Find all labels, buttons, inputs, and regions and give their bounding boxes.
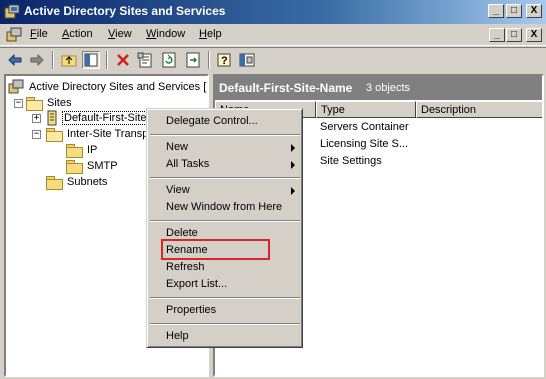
up-folder-icon[interactable] — [60, 51, 78, 69]
submenu-arrow-icon — [291, 144, 295, 152]
menu-bar: File Action View Window Help _ □ X — [0, 24, 546, 46]
details-object-count: 3 objects — [366, 82, 411, 94]
menu-item-all-tasks[interactable]: All Tasks — [150, 156, 300, 173]
folder-icon — [46, 175, 63, 190]
row-3-type[interactable]: Site Settings — [320, 155, 382, 167]
menu-item-delegate-control[interactable]: Delegate Control... — [150, 113, 300, 130]
menu-window[interactable]: Window — [146, 28, 185, 40]
menu-view[interactable]: View — [108, 28, 132, 40]
menu-action-rest: ction — [69, 28, 93, 40]
menu-item-delete[interactable]: Delete — [150, 225, 300, 242]
menu-file-rest: ile — [36, 28, 48, 40]
menu-item-export-list[interactable]: Export List... — [150, 276, 300, 293]
menu-action[interactable]: Action — [62, 28, 93, 40]
tree-item-smtp-label: SMTP — [87, 160, 118, 172]
tree-item-inter-site[interactable]: Inter-Site Transp — [46, 126, 150, 142]
submenu-arrow-icon — [291, 187, 295, 195]
tree-root-label: Active Directory Sites and Services [1 — [29, 81, 209, 93]
title-bar[interactable]: Active Directory Sites and Services _ □ … — [0, 0, 546, 24]
maximize-button[interactable]: □ — [506, 4, 522, 18]
ad-sites-root-icon — [8, 79, 24, 94]
tree-item-default-site[interactable]: Default-First-Site — [46, 110, 149, 126]
mdi-minimize-button[interactable]: _ — [489, 28, 505, 42]
tree-item-subnets-label: Subnets — [67, 176, 108, 188]
mmc-icon[interactable] — [238, 51, 256, 69]
close-button[interactable]: X — [526, 4, 542, 18]
menu-item-rename[interactable]: Rename — [150, 242, 300, 259]
tree-item-ip[interactable]: IP — [66, 142, 99, 158]
mdi-close-button[interactable]: X — [526, 28, 542, 42]
menu-separator — [150, 220, 300, 222]
minimize-button[interactable]: _ — [488, 4, 504, 18]
submenu-arrow-icon — [291, 161, 295, 169]
menu-window-rest: indow — [156, 28, 186, 40]
menu-item-view-label: View — [166, 184, 190, 196]
tree-item-default-site-label: Default-First-Site — [62, 111, 149, 125]
export-list-icon[interactable] — [184, 51, 202, 69]
menu-separator — [150, 134, 300, 136]
refresh-icon[interactable] — [160, 51, 178, 69]
tree-item-subnets[interactable]: Subnets — [46, 174, 109, 190]
menu-item-view[interactable]: View — [150, 182, 300, 199]
tree-item-ip-label: IP — [87, 144, 98, 156]
menu-item-properties[interactable]: Properties — [150, 302, 300, 319]
folder-open-icon — [46, 127, 63, 142]
row-2-type[interactable]: Licensing Site S... — [320, 138, 408, 150]
console-document-icon[interactable] — [6, 27, 22, 43]
menu-view-rest: iew — [115, 28, 132, 40]
menu-file[interactable]: File — [30, 28, 48, 40]
delete-icon[interactable] — [114, 51, 132, 69]
menu-item-new-window[interactable]: New Window from Here — [150, 199, 300, 216]
column-header-type[interactable]: Type — [316, 101, 416, 118]
folder-open-icon — [26, 96, 43, 111]
folder-icon — [66, 159, 83, 174]
toolbar-separator — [106, 51, 108, 69]
row-1-type[interactable]: Servers Container — [320, 121, 409, 133]
column-header-description[interactable]: Description — [416, 101, 542, 118]
menu-separator — [150, 297, 300, 299]
svg-text:?: ? — [221, 55, 228, 67]
tree-item-sites[interactable]: Sites — [26, 95, 73, 111]
toolbar: ? — [0, 47, 546, 72]
menu-item-refresh[interactable]: Refresh — [150, 259, 300, 276]
menu-separator — [150, 323, 300, 325]
default-site-expand-toggle[interactable]: + — [32, 114, 41, 123]
help-icon[interactable]: ? — [216, 51, 234, 69]
sites-collapse-toggle[interactable]: − — [14, 99, 23, 108]
tree-item-inter-site-label: Inter-Site Transp — [67, 128, 149, 140]
menu-item-help[interactable]: Help — [150, 328, 300, 345]
folder-icon — [66, 143, 83, 158]
properties-icon[interactable] — [136, 51, 154, 69]
back-icon[interactable] — [6, 51, 24, 69]
tree-root[interactable]: Active Directory Sites and Services [1 — [8, 79, 209, 95]
site-building-icon — [47, 110, 57, 126]
menu-item-all-tasks-label: All Tasks — [166, 158, 210, 170]
tree-item-smtp[interactable]: SMTP — [66, 158, 120, 174]
context-menu: Delegate Control... New All Tasks View N… — [146, 108, 303, 348]
menu-separator — [150, 177, 300, 179]
forward-icon[interactable] — [28, 51, 46, 69]
inter-site-collapse-toggle[interactable]: − — [32, 130, 41, 139]
toolbar-separator — [52, 51, 54, 69]
menu-help[interactable]: Help — [199, 28, 222, 40]
window-title: Active Directory Sites and Services — [24, 4, 226, 18]
tree-item-sites-label: Sites — [47, 97, 72, 109]
show-tree-icon[interactable] — [82, 51, 100, 69]
details-header-title: Default-First-Site-Name — [219, 81, 353, 95]
menu-item-new[interactable]: New — [150, 139, 300, 156]
mdi-restore-button[interactable]: □ — [506, 28, 522, 42]
ad-sites-app-icon — [4, 4, 20, 19]
menu-item-new-label: New — [166, 141, 189, 153]
details-header: Default-First-Site-Name 3 objects — [215, 76, 542, 100]
menu-help-rest: elp — [206, 28, 222, 40]
toolbar-separator — [208, 51, 210, 69]
